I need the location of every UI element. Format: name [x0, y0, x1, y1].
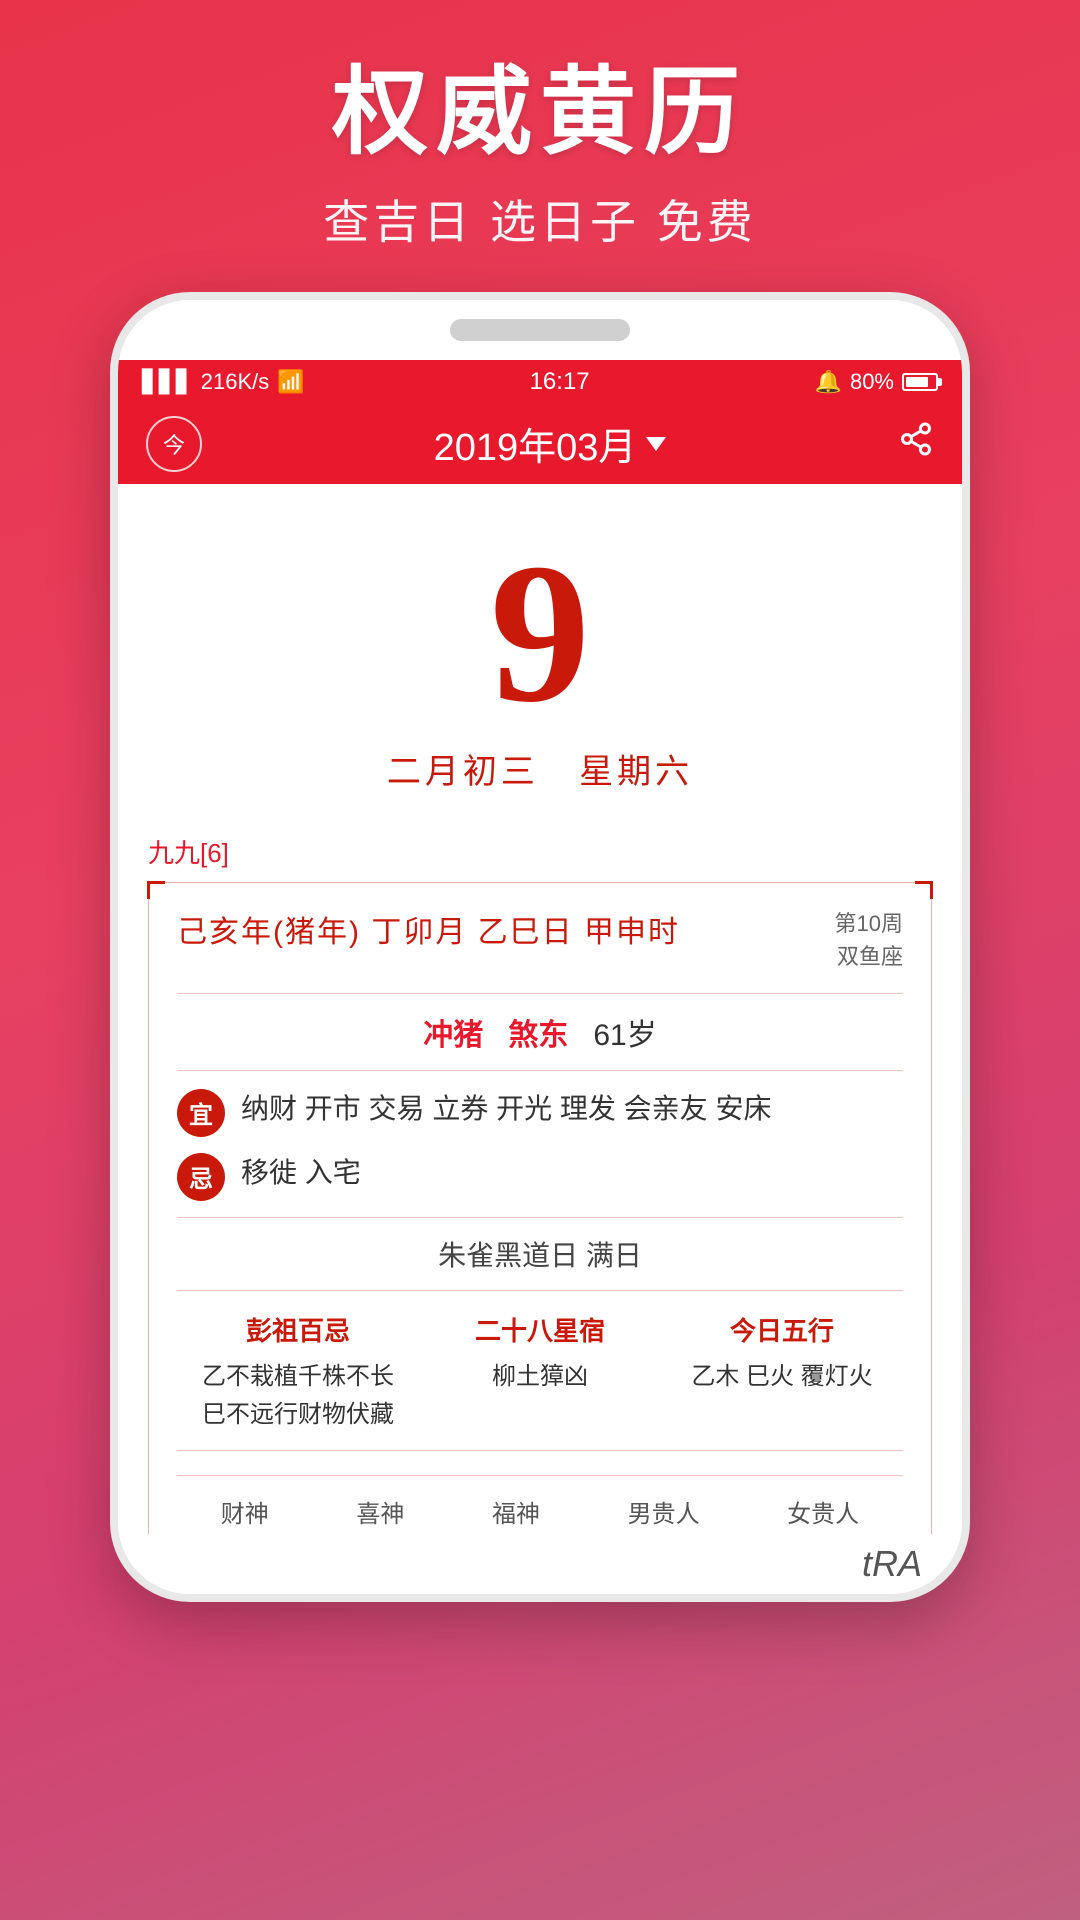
lunar-date: 二月初三	[387, 753, 539, 791]
battery-pct: 80%	[850, 369, 894, 395]
col1-line2: 巳不远行财物伏藏	[177, 1396, 419, 1434]
col1-line1: 乙不栽植千株不长	[177, 1358, 419, 1396]
ganzhi-week: 第10周	[835, 907, 903, 940]
app-bottom-bar: tRA	[118, 1534, 962, 1594]
status-right: 🔔 80%	[815, 369, 938, 395]
tra-text: tRA	[862, 1543, 922, 1585]
ganzhi-zodiac: 双鱼座	[835, 940, 903, 973]
bottom-item-4: 女贵人	[787, 1494, 859, 1529]
divider-2	[177, 1070, 903, 1071]
bottom-five-row: 财神 喜神 福神 男贵人 女贵人	[177, 1475, 903, 1529]
detail-section: 九九[6] 己亥年(猪年) 丁卯月 乙巳日 甲申时 第10周 双鱼座	[148, 833, 932, 1555]
calendar-content: 9 二月初三 星期六 九九[6] 己亥年(猪年) 丁卯月 乙巳日 甲申时 第10…	[118, 484, 962, 1595]
yi-ji-section: 宜 纳财 开市 交易 立券 开光 理发 会亲友 安床 忌 移徙 入宅	[177, 1087, 903, 1201]
divider-3	[177, 1217, 903, 1218]
promo-area: 权威黄历 查吉日 选日子 免费	[0, 0, 1080, 292]
bottom-item-0: 财神	[221, 1494, 269, 1529]
ji-text: 移徙 入宅	[241, 1151, 903, 1196]
big-day-number: 9	[118, 534, 962, 734]
sha-label: 煞东	[508, 1019, 568, 1052]
bottom-three-cols: 彭祖百忌 乙不栽植千株不长 巳不远行财物伏藏 二十八星宿 柳土獐凶 今日五行 乙…	[177, 1311, 903, 1435]
status-time: 16:17	[530, 368, 590, 396]
chong-label: 冲猪	[423, 1019, 483, 1052]
status-left: ▋▋▋ 216K/s 📶	[142, 369, 305, 395]
col1-title: 彭祖百忌	[177, 1311, 419, 1348]
info-card: 己亥年(猪年) 丁卯月 乙巳日 甲申时 第10周 双鱼座 冲猪 煞东 61岁	[148, 882, 932, 1555]
big-date-area: 9 二月初三 星期六	[118, 484, 962, 813]
divider-5	[177, 1450, 903, 1451]
yi-text: 纳财 开市 交易 立券 开光 理发 会亲友 安床	[241, 1087, 903, 1132]
lunar-day-line: 二月初三 星期六	[118, 744, 962, 793]
phone-top	[118, 300, 962, 360]
signal-speed: 216K/s	[201, 369, 270, 395]
weekday: 星期六	[579, 753, 693, 791]
month-title-text: 2019年03月	[434, 416, 637, 471]
col-pengzu: 彭祖百忌 乙不栽植千株不长 巳不远行财物伏藏	[177, 1311, 419, 1435]
wifi-icon: 📶	[277, 369, 304, 395]
ganzhi-row: 己亥年(猪年) 丁卯月 乙巳日 甲申时 第10周 双鱼座	[177, 907, 903, 973]
ji-badge: 忌	[177, 1153, 225, 1201]
promo-subtitle: 查吉日 选日子 免费	[0, 186, 1080, 252]
corner-tl	[147, 881, 165, 899]
corner-tr	[915, 881, 933, 899]
ganzhi-side: 第10周 双鱼座	[835, 907, 903, 973]
col3-title: 今日五行	[661, 1311, 903, 1348]
month-title[interactable]: 2019年03月	[434, 416, 667, 471]
promo-title: 权威黄历	[0, 60, 1080, 166]
battery-icon	[902, 373, 938, 391]
col2-text: 柳土獐凶	[419, 1358, 661, 1396]
age-label: 61岁	[593, 1019, 656, 1052]
col-28stars: 二十八星宿 柳土獐凶	[419, 1311, 661, 1435]
yi-row: 宜 纳财 开市 交易 立券 开光 理发 会亲友 安床	[177, 1087, 903, 1137]
bottom-item-3: 男贵人	[628, 1494, 700, 1529]
col2-title: 二十八星宿	[419, 1311, 661, 1348]
status-bar: ▋▋▋ 216K/s 📶 16:17 🔔 80%	[118, 360, 962, 404]
phone-mockup: ▋▋▋ 216K/s 📶 16:17 🔔 80% 今 2019年03月 9	[110, 292, 970, 1603]
today-button[interactable]: 今	[146, 416, 202, 472]
nine-nine-label: 九九[6]	[148, 833, 932, 870]
bottom-item-1: 喜神	[356, 1494, 404, 1529]
signal-icon: ▋▋▋	[142, 369, 193, 395]
ganzhi-main: 己亥年(猪年) 丁卯月 乙巳日 甲申时	[177, 907, 680, 951]
phone-speaker	[450, 319, 630, 341]
chong-row: 冲猪 煞东 61岁	[177, 1010, 903, 1054]
divider-4	[177, 1290, 903, 1291]
yi-badge: 宜	[177, 1089, 225, 1137]
bottom-item-2: 福神	[492, 1494, 540, 1529]
alarm-icon: 🔔	[815, 369, 842, 395]
col3-text: 乙木 巳火 覆灯火	[661, 1358, 903, 1396]
black-day-row: 朱雀黑道日 满日	[177, 1234, 903, 1274]
ji-row: 忌 移徙 入宅	[177, 1151, 903, 1201]
col-5elements: 今日五行 乙木 巳火 覆灯火	[661, 1311, 903, 1435]
app-header: 今 2019年03月	[118, 404, 962, 484]
month-dropdown-arrow[interactable]	[646, 437, 666, 451]
divider-1	[177, 993, 903, 994]
share-button[interactable]	[898, 421, 934, 466]
